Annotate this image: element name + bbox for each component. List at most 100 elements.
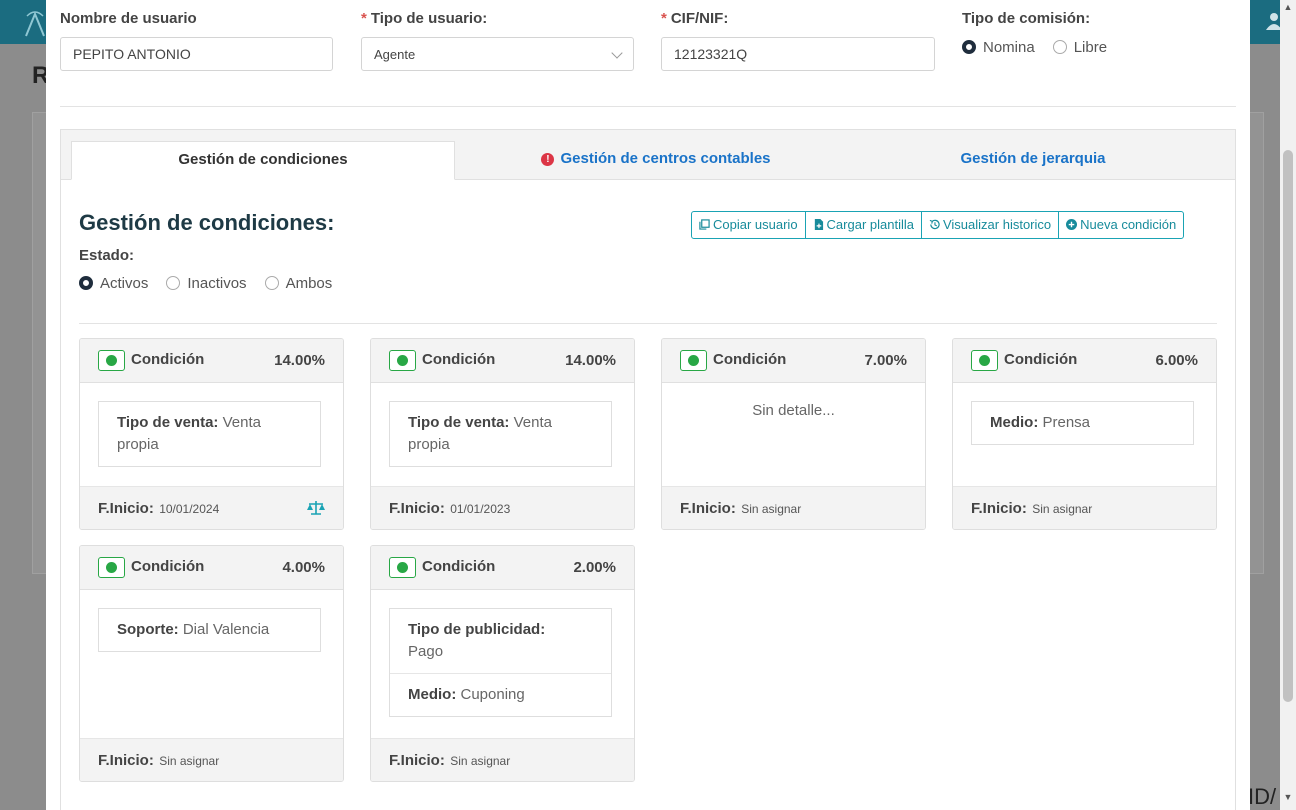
card-header: Condición 7.00% <box>662 339 925 383</box>
radio-ambos-label[interactable]: Ambos <box>286 275 333 292</box>
toggle-dot <box>397 355 408 366</box>
condition-percent: 14.00% <box>565 352 616 369</box>
radio-ambos[interactable] <box>264 276 279 290</box>
estado-label: Estado: <box>79 247 135 264</box>
detail-key: Medio: <box>990 414 1039 431</box>
condition-title: Condición <box>1004 351 1078 368</box>
condition-title: Condición <box>713 351 787 368</box>
start-date-label: F.Inicio: <box>389 500 445 517</box>
radio-nomina[interactable] <box>962 40 976 54</box>
required-mark: * <box>361 10 367 27</box>
detail-value: Dial Valencia <box>182 621 270 638</box>
start-date-value: Sin asignar <box>1032 502 1093 516</box>
exclamation-circle-icon: ! <box>541 153 555 166</box>
card-header: Condición 6.00% <box>953 339 1216 383</box>
card-footer: F.Inicio: Sin asignar <box>953 486 1216 529</box>
condition-title: Condición <box>422 558 496 575</box>
condition-percent: 14.00% <box>274 352 325 369</box>
tab-label: Gestión de jerarquia <box>960 150 1106 167</box>
start-date-label: F.Inicio: <box>389 752 445 769</box>
active-toggle[interactable] <box>389 557 416 578</box>
tipo-comision-field-group: Tipo de comisión: Nomina Libre <box>962 10 1125 57</box>
active-toggle[interactable] <box>98 557 125 578</box>
copiar-usuario-label: Copiar usuario <box>713 217 798 232</box>
tab-label: Gestión de centros contables <box>560 150 771 167</box>
condition-detail: Soporte: Dial Valencia <box>98 608 321 652</box>
section-divider <box>79 323 1217 324</box>
cif-label: CIF/NIF: <box>670 10 729 27</box>
tipo-comision-radios: Nomina Libre <box>962 37 1125 57</box>
condition-card: Condición 7.00% Sin detalle... F.Inicio:… <box>661 338 926 530</box>
detail-row: Medio: Prensa <box>972 402 1193 444</box>
page-scrollbar[interactable]: ▲ ▼ <box>1280 0 1296 810</box>
condition-percent: 6.00% <box>1155 352 1198 369</box>
active-toggle[interactable] <box>98 350 125 371</box>
scroll-up-arrow-icon[interactable]: ▲ <box>1280 2 1296 16</box>
balance-scale-icon[interactable] <box>307 500 325 516</box>
detail-row: Tipo de venta: Venta propia <box>99 402 320 466</box>
tab-gestion-condiciones[interactable]: Gestión de condiciones <box>71 141 455 180</box>
actions-button-group: Copiar usuario Cargar plantilla Visualiz… <box>691 211 1185 239</box>
active-toggle[interactable] <box>389 350 416 371</box>
detail-key: Soporte: <box>117 621 179 638</box>
detail-key: Tipo de venta: <box>117 414 219 431</box>
condition-detail: Tipo de venta: Venta propia <box>389 401 612 467</box>
start-date-value: Sin asignar <box>159 754 220 768</box>
detail-key: Medio: <box>408 686 457 703</box>
radio-activos[interactable] <box>79 276 93 290</box>
detail-row: Soporte: Dial Valencia <box>99 609 320 651</box>
radio-activos-label[interactable]: Activos <box>100 275 148 292</box>
condition-title: Condición <box>131 351 205 368</box>
toggle-dot <box>688 355 699 366</box>
tipo-comision-label: Tipo de comisión: <box>962 10 1091 27</box>
detail-key: Tipo de venta: <box>408 414 510 431</box>
tipo-usuario-select[interactable]: Agente <box>361 37 634 71</box>
scroll-down-arrow-icon[interactable]: ▼ <box>1280 792 1296 806</box>
start-date-value: 01/01/2023 <box>450 502 511 516</box>
start-date: F.Inicio: Sin asignar <box>680 500 801 517</box>
tab-centros-contables[interactable]: ! Gestión de centros contables <box>461 141 851 180</box>
radio-libre-label[interactable]: Libre <box>1074 39 1107 56</box>
nombre-label: Nombre de usuario <box>60 10 197 27</box>
active-toggle[interactable] <box>971 350 998 371</box>
tab-jerarquia[interactable]: Gestión de jerarquia <box>841 141 1225 180</box>
cargar-plantilla-button[interactable]: Cargar plantilla <box>804 211 922 239</box>
section-title: Gestión de condiciones: <box>79 210 335 235</box>
detail-row: Tipo de publicidad: Pago <box>390 609 611 673</box>
tabs-panel: Gestión de condiciones ! Gestión de centr… <box>60 129 1236 810</box>
detail-row: Medio: Cuponing <box>390 673 611 716</box>
card-header: Condición 2.00% <box>371 546 634 590</box>
condition-detail: Medio: Prensa <box>971 401 1194 445</box>
visualizar-historico-button[interactable]: Visualizar historico <box>920 211 1060 239</box>
toggle-dot <box>106 355 117 366</box>
condition-card: Condición 4.00% Soporte: Dial Valencia F… <box>79 545 344 782</box>
condition-percent: 7.00% <box>864 352 907 369</box>
radio-nomina-label[interactable]: Nomina <box>983 39 1035 56</box>
start-date-value: Sin asignar <box>741 502 802 516</box>
toggle-dot <box>979 355 990 366</box>
nombre-input[interactable]: PEPITO ANTONIO <box>60 37 333 71</box>
card-header: Condición 14.00% <box>80 339 343 383</box>
scrollbar-thumb[interactable] <box>1283 150 1293 702</box>
detail-row: Tipo de venta: Venta propia <box>390 402 611 466</box>
card-footer: F.Inicio: Sin asignar <box>662 486 925 529</box>
start-date-label: F.Inicio: <box>98 500 154 517</box>
nombre-field-group: Nombre de usuario <box>60 10 197 30</box>
radio-libre[interactable] <box>1052 40 1067 54</box>
detail-value: Pago <box>408 643 444 660</box>
radio-inactivos-label[interactable]: Inactivos <box>187 275 246 292</box>
cif-input[interactable]: 12123321Q <box>661 37 935 71</box>
copiar-usuario-button[interactable]: Copiar usuario <box>691 211 806 239</box>
condition-title: Condición <box>422 351 496 368</box>
active-toggle[interactable] <box>680 350 707 371</box>
file-plus-icon <box>814 219 823 230</box>
user-edit-modal: Nombre de usuario PEPITO ANTONIO * Tipo d… <box>46 0 1250 810</box>
radio-inactivos[interactable] <box>166 276 181 290</box>
tipo-usuario-value: Agente <box>374 47 416 62</box>
card-header: Condición 4.00% <box>80 546 343 590</box>
start-date-label: F.Inicio: <box>971 500 1027 517</box>
copy-icon <box>699 219 710 230</box>
nueva-condicion-button[interactable]: Nueva condición <box>1058 211 1185 239</box>
plus-circle-icon <box>1066 219 1078 230</box>
history-icon <box>929 219 940 230</box>
